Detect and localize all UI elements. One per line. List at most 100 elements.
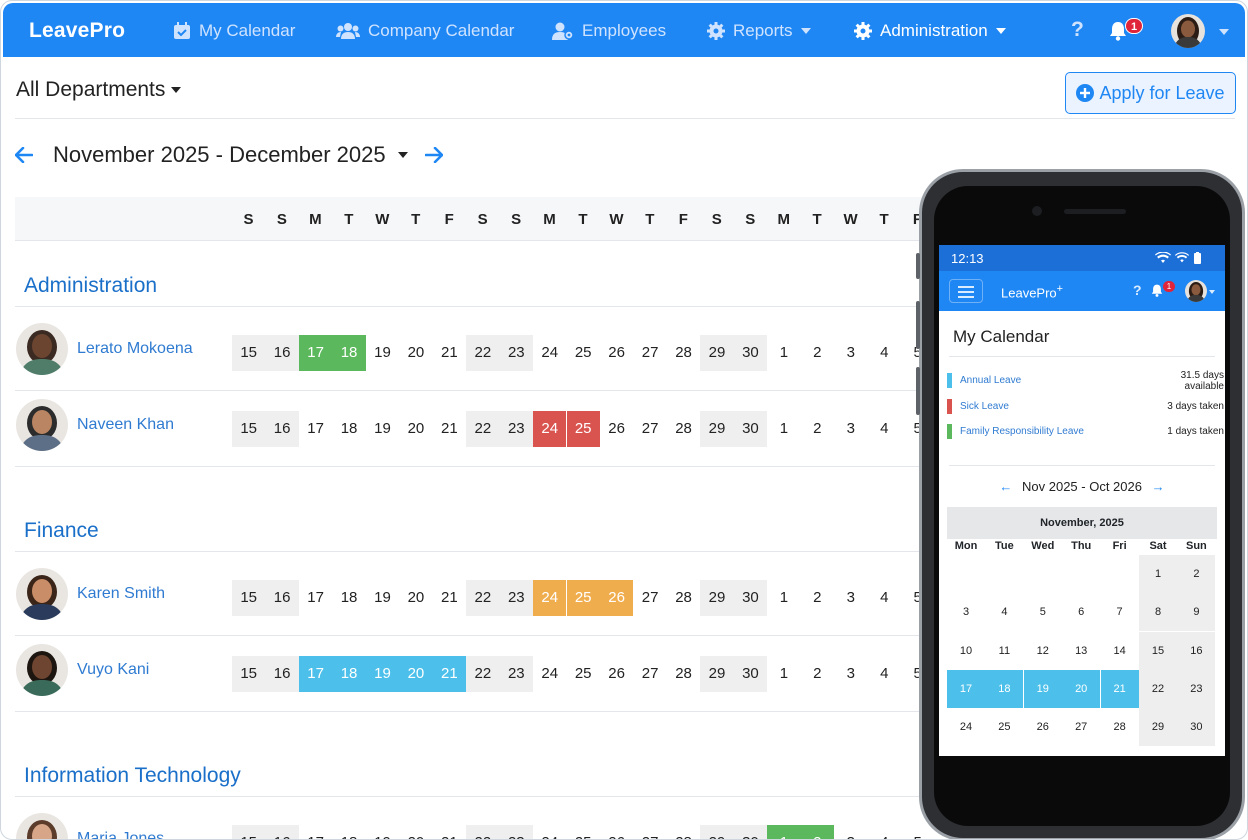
- day-cell[interactable]: 1: [767, 580, 800, 616]
- month-day[interactable]: 1: [1139, 555, 1177, 593]
- day-cell[interactable]: 30: [733, 825, 768, 839]
- month-day[interactable]: 22: [1139, 669, 1177, 708]
- day-cell[interactable]: 28: [667, 335, 700, 371]
- day-cell[interactable]: 3: [834, 411, 867, 447]
- month-day[interactable]: 23: [1177, 669, 1216, 708]
- day-cell[interactable]: 26: [600, 411, 633, 447]
- day-cell[interactable]: 28: [667, 825, 700, 839]
- day-cell[interactable]: 23: [499, 656, 533, 692]
- month-day[interactable]: 14: [1101, 632, 1139, 670]
- employee-avatar[interactable]: [16, 644, 68, 696]
- day-cell[interactable]: 22: [466, 656, 500, 692]
- leave-type-row[interactable]: Family Responsibility Leave 1 days taken: [947, 424, 1224, 439]
- day-cell[interactable]: 18: [332, 411, 365, 447]
- month-day[interactable]: 25: [985, 708, 1023, 746]
- leave-type-row[interactable]: Sick Leave 3 days taken: [947, 398, 1224, 414]
- phone-bell-icon[interactable]: [1151, 284, 1163, 297]
- month-day[interactable]: 15: [1139, 631, 1177, 670]
- day-cell[interactable]: 18: [332, 580, 365, 616]
- employee-name-link[interactable]: Naveen Khan: [77, 416, 174, 434]
- employee-name-link[interactable]: Karen Smith: [77, 585, 165, 603]
- day-cell[interactable]: 29: [700, 411, 734, 447]
- phone-prev-arrow-icon[interactable]: ←: [999, 479, 1012, 494]
- month-day[interactable]: 29: [1139, 708, 1177, 747]
- employee-name-link[interactable]: Maria Jones: [77, 830, 164, 839]
- day-cell[interactable]: 16: [265, 335, 299, 371]
- day-cell[interactable]: 28: [667, 411, 700, 447]
- phone-brand[interactable]: LeavePro+: [1001, 283, 1063, 300]
- day-cell[interactable]: 18: [332, 825, 365, 839]
- month-leave-day[interactable]: 21: [1100, 669, 1139, 708]
- employee-name-link[interactable]: Vuyo Kani: [77, 661, 149, 679]
- day-cell[interactable]: 5: [901, 825, 934, 839]
- nav-employees[interactable]: Employees: [552, 21, 666, 41]
- day-cell[interactable]: 24: [533, 656, 566, 692]
- leave-day-cell[interactable]: 24: [533, 411, 567, 447]
- leave-day-cell[interactable]: 17: [298, 656, 333, 692]
- day-cell[interactable]: 23: [499, 580, 533, 616]
- day-cell[interactable]: 30: [733, 580, 768, 616]
- day-cell[interactable]: 24: [533, 335, 566, 371]
- day-cell[interactable]: 2: [801, 411, 834, 447]
- day-cell[interactable]: 23: [499, 825, 533, 839]
- day-cell[interactable]: 15: [232, 580, 266, 616]
- day-cell[interactable]: 23: [499, 411, 533, 447]
- leave-day-cell[interactable]: 21: [432, 656, 467, 692]
- month-day[interactable]: 4: [985, 593, 1023, 631]
- chevron-down-icon[interactable]: [1209, 290, 1215, 294]
- month-day[interactable]: 7: [1101, 593, 1139, 631]
- month-day[interactable]: 2: [1177, 555, 1216, 593]
- nav-company-calendar[interactable]: Company Calendar: [336, 21, 514, 41]
- nav-reports[interactable]: Reports: [707, 21, 811, 41]
- day-cell[interactable]: 22: [466, 411, 500, 447]
- leave-day-cell[interactable]: 20: [399, 656, 433, 692]
- day-cell[interactable]: 17: [299, 825, 332, 839]
- day-cell[interactable]: 30: [733, 656, 768, 692]
- day-cell[interactable]: 30: [733, 411, 768, 447]
- day-cell[interactable]: 21: [433, 411, 466, 447]
- day-cell[interactable]: 29: [700, 580, 734, 616]
- employee-avatar[interactable]: [16, 568, 68, 620]
- day-cell[interactable]: 27: [633, 825, 666, 839]
- day-cell[interactable]: 21: [433, 580, 466, 616]
- day-cell[interactable]: 2: [801, 335, 834, 371]
- day-cell[interactable]: 20: [399, 335, 432, 371]
- nav-administration[interactable]: Administration: [854, 21, 1006, 41]
- help-icon[interactable]: ?: [1071, 18, 1084, 42]
- day-cell[interactable]: 22: [466, 825, 500, 839]
- day-cell[interactable]: 17: [299, 411, 332, 447]
- day-cell[interactable]: 3: [834, 580, 867, 616]
- day-cell[interactable]: 21: [433, 825, 466, 839]
- month-day[interactable]: 5: [1024, 593, 1062, 631]
- day-cell[interactable]: 2: [801, 656, 834, 692]
- phone-help-icon[interactable]: ?: [1133, 282, 1142, 298]
- month-day[interactable]: 9: [1177, 593, 1216, 632]
- chevron-down-icon[interactable]: [1219, 29, 1229, 35]
- day-cell[interactable]: 3: [834, 656, 867, 692]
- day-cell[interactable]: 25: [567, 335, 600, 371]
- day-cell[interactable]: 25: [567, 825, 600, 839]
- day-cell[interactable]: 19: [366, 580, 399, 616]
- employee-avatar[interactable]: [16, 323, 68, 375]
- leave-day-cell[interactable]: 25: [566, 411, 600, 447]
- day-cell[interactable]: 27: [633, 580, 666, 616]
- day-cell[interactable]: 17: [299, 580, 332, 616]
- month-day[interactable]: 8: [1139, 593, 1177, 632]
- day-cell[interactable]: 26: [600, 825, 633, 839]
- day-cell[interactable]: 24: [533, 825, 566, 839]
- employee-avatar[interactable]: [16, 813, 68, 839]
- day-cell[interactable]: 28: [667, 656, 700, 692]
- leave-day-cell[interactable]: 1: [767, 825, 801, 839]
- month-leave-day[interactable]: 18: [985, 669, 1024, 708]
- month-day[interactable]: 26: [1024, 708, 1062, 746]
- leave-day-cell[interactable]: 24: [533, 580, 567, 616]
- day-cell[interactable]: 19: [366, 825, 399, 839]
- month-day[interactable]: 13: [1062, 632, 1100, 670]
- employee-name-link[interactable]: Lerato Mokoena: [77, 340, 193, 358]
- month-day[interactable]: 24: [947, 708, 985, 746]
- leave-day-cell[interactable]: 19: [365, 656, 400, 692]
- day-cell[interactable]: 16: [265, 825, 299, 839]
- day-cell[interactable]: 29: [700, 656, 734, 692]
- next-range-arrow-icon[interactable]: [424, 146, 444, 168]
- day-cell[interactable]: 4: [868, 411, 901, 447]
